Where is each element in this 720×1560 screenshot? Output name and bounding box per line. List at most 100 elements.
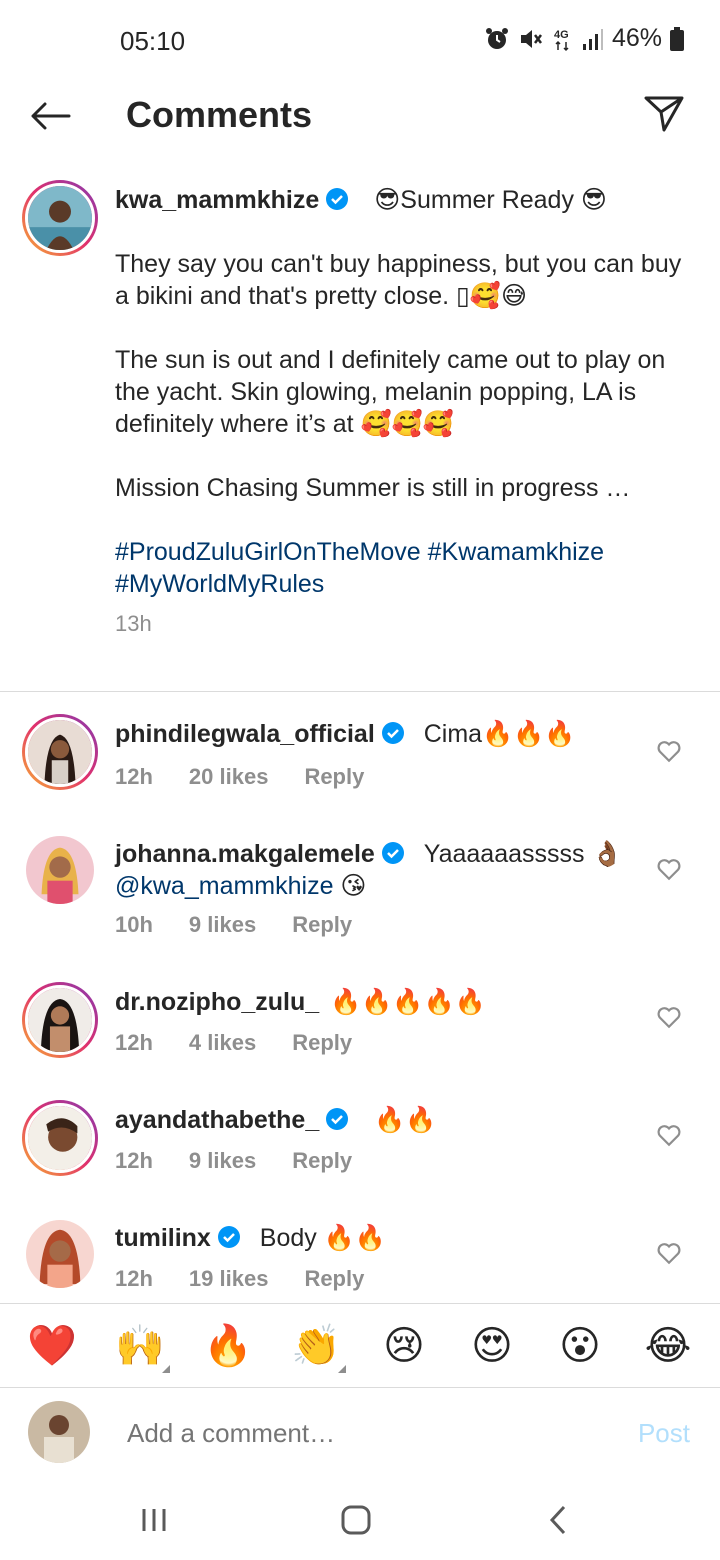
emoji-clap-button[interactable]: 👏 bbox=[286, 1322, 346, 1373]
caption-text: kwa_mammkhize 😎Summer Ready 😎 They say y… bbox=[115, 184, 685, 640]
comment-likes[interactable]: 20 likes bbox=[189, 764, 269, 790]
verified-badge-icon bbox=[381, 722, 404, 744]
heart-icon[interactable] bbox=[656, 1240, 682, 1266]
comment-time: 10h bbox=[115, 912, 153, 937]
comment-text: dr.nozipho_zulu_ 🔥🔥🔥🔥🔥 bbox=[115, 986, 635, 1018]
avatar[interactable] bbox=[26, 836, 94, 904]
comment-meta: 12h 9 likes Reply bbox=[115, 1148, 352, 1174]
comment-meta: 12h 4 likes Reply bbox=[115, 1030, 352, 1056]
verified-badge-icon bbox=[326, 188, 349, 210]
emoji-surprised-button[interactable]: 😮 bbox=[550, 1323, 610, 1369]
alarm-icon bbox=[485, 27, 508, 49]
avatar-image bbox=[28, 1106, 92, 1170]
comment-input-bar: Post bbox=[0, 1390, 720, 1480]
comment-username[interactable]: ayandathabethe_ bbox=[115, 1106, 319, 1134]
caption-username[interactable]: kwa_mammkhize bbox=[115, 186, 319, 214]
avatar bbox=[28, 1401, 90, 1463]
emoji-raised-hands-button[interactable]: 🙌 bbox=[110, 1322, 170, 1373]
comment-body: Body 🔥🔥 bbox=[259, 1224, 386, 1252]
svg-text:4G: 4G bbox=[554, 29, 569, 41]
avatar[interactable] bbox=[22, 180, 98, 256]
reply-button[interactable]: Reply bbox=[292, 912, 352, 938]
comment-trail: 😘 bbox=[333, 872, 367, 900]
status-bar: 05:10 4G 46% bbox=[0, 0, 720, 80]
avatar-image bbox=[28, 1401, 90, 1463]
avatar[interactable] bbox=[22, 982, 98, 1058]
comment-time: 12h bbox=[115, 764, 153, 789]
emoji-bar: ❤️ 🙌 🔥 👏 😢 😍 😮 😂 bbox=[0, 1303, 720, 1388]
nav-bar bbox=[0, 1480, 720, 1560]
page-title: Comments bbox=[126, 94, 313, 135]
reply-button[interactable]: Reply bbox=[292, 1030, 352, 1056]
emoji-heart-eyes-button[interactable]: 😍 bbox=[462, 1323, 522, 1369]
recent-apps-icon bbox=[142, 1509, 166, 1531]
reply-button[interactable]: Reply bbox=[292, 1148, 352, 1174]
caption-hashtags[interactable]: #ProudZuluGirlOnTheMove #Kwamamkhize #My… bbox=[115, 536, 685, 600]
emoji-heart-button[interactable]: ❤️ bbox=[22, 1322, 82, 1369]
comment-username[interactable]: phindilegwala_official bbox=[115, 720, 375, 748]
caption-headline: 😎Summer Ready 😎 bbox=[374, 186, 607, 214]
avatar[interactable] bbox=[22, 1100, 98, 1176]
back-button[interactable] bbox=[26, 94, 74, 138]
comment-body: Yaaaaaasssss 👌🏾 bbox=[423, 840, 623, 868]
caption-paragraph-1: They say you can't buy happiness, but yo… bbox=[115, 250, 682, 310]
avatar-image bbox=[28, 720, 92, 784]
post-button[interactable]: Post bbox=[638, 1418, 690, 1449]
comment-body: 🔥🔥🔥🔥🔥 bbox=[330, 988, 486, 1016]
comment-likes[interactable]: 9 likes bbox=[189, 1148, 256, 1174]
skin-tone-indicator-icon bbox=[162, 1365, 170, 1373]
comment-likes[interactable]: 4 likes bbox=[189, 1030, 256, 1056]
recent-apps-button[interactable] bbox=[134, 1500, 174, 1540]
comment-meta: 12h 20 likes Reply bbox=[115, 764, 364, 790]
comment-text: phindilegwala_official Cima🔥🔥🔥 bbox=[115, 718, 635, 750]
mute-icon bbox=[520, 29, 542, 48]
verified-badge-icon bbox=[381, 842, 404, 864]
home-icon bbox=[341, 1505, 371, 1535]
share-button[interactable] bbox=[642, 92, 686, 136]
comment-username[interactable]: dr.nozipho_zulu_ bbox=[115, 988, 319, 1016]
emoji-raised-hands-label: 🙌 bbox=[115, 1323, 165, 1369]
comment-body: 🔥🔥 bbox=[374, 1106, 437, 1134]
verified-badge-icon bbox=[326, 1108, 349, 1130]
header: Comments bbox=[0, 80, 720, 152]
system-back-button[interactable] bbox=[538, 1500, 578, 1540]
avatar-image bbox=[28, 988, 92, 1052]
avatar-image bbox=[28, 186, 92, 250]
caption-paragraph-2: The sun is out and I definitely came out… bbox=[115, 346, 666, 438]
comment-likes[interactable]: 9 likes bbox=[189, 912, 256, 938]
battery-percent: 46% bbox=[611, 24, 662, 52]
caption-paragraph-3: Mission Chasing Summer is still in progr… bbox=[115, 474, 631, 502]
heart-icon[interactable] bbox=[656, 856, 682, 882]
divider bbox=[0, 691, 720, 692]
comment-username[interactable]: johanna.makgalemele bbox=[115, 840, 375, 868]
reply-button[interactable]: Reply bbox=[304, 1266, 364, 1292]
avatar-image bbox=[26, 1220, 94, 1288]
comment-text: tumilinx Body 🔥🔥 bbox=[115, 1222, 635, 1254]
comment-username[interactable]: tumilinx bbox=[115, 1224, 211, 1252]
status-time: 05:10 bbox=[120, 26, 186, 56]
emoji-clap-label: 👏 bbox=[291, 1323, 341, 1369]
send-icon bbox=[644, 96, 684, 132]
heart-icon[interactable] bbox=[656, 1122, 682, 1148]
battery-icon bbox=[670, 26, 684, 51]
comment-meta: 12h 19 likes Reply bbox=[115, 1266, 364, 1292]
network-4g-icon: 4G bbox=[554, 29, 569, 51]
signal-icon bbox=[582, 28, 603, 50]
comment-likes[interactable]: 19 likes bbox=[189, 1266, 269, 1292]
avatar[interactable] bbox=[26, 1220, 94, 1288]
heart-icon[interactable] bbox=[656, 1004, 682, 1030]
emoji-crying-button[interactable]: 😢 bbox=[374, 1323, 434, 1369]
heart-icon[interactable] bbox=[656, 738, 682, 764]
comment-time: 12h bbox=[115, 1148, 153, 1173]
emoji-fire-button[interactable]: 🔥 bbox=[198, 1322, 258, 1369]
comment-input[interactable] bbox=[127, 1418, 577, 1449]
comment-mention[interactable]: @kwa_mammkhize bbox=[115, 872, 333, 900]
emoji-laughing-button[interactable]: 😂 bbox=[638, 1323, 698, 1369]
avatar[interactable] bbox=[22, 714, 98, 790]
verified-badge-icon bbox=[217, 1226, 240, 1248]
home-button[interactable] bbox=[336, 1500, 376, 1540]
back-icon bbox=[549, 1505, 566, 1535]
skin-tone-indicator-icon bbox=[338, 1365, 346, 1373]
arrow-left-icon bbox=[31, 102, 71, 130]
reply-button[interactable]: Reply bbox=[304, 764, 364, 790]
